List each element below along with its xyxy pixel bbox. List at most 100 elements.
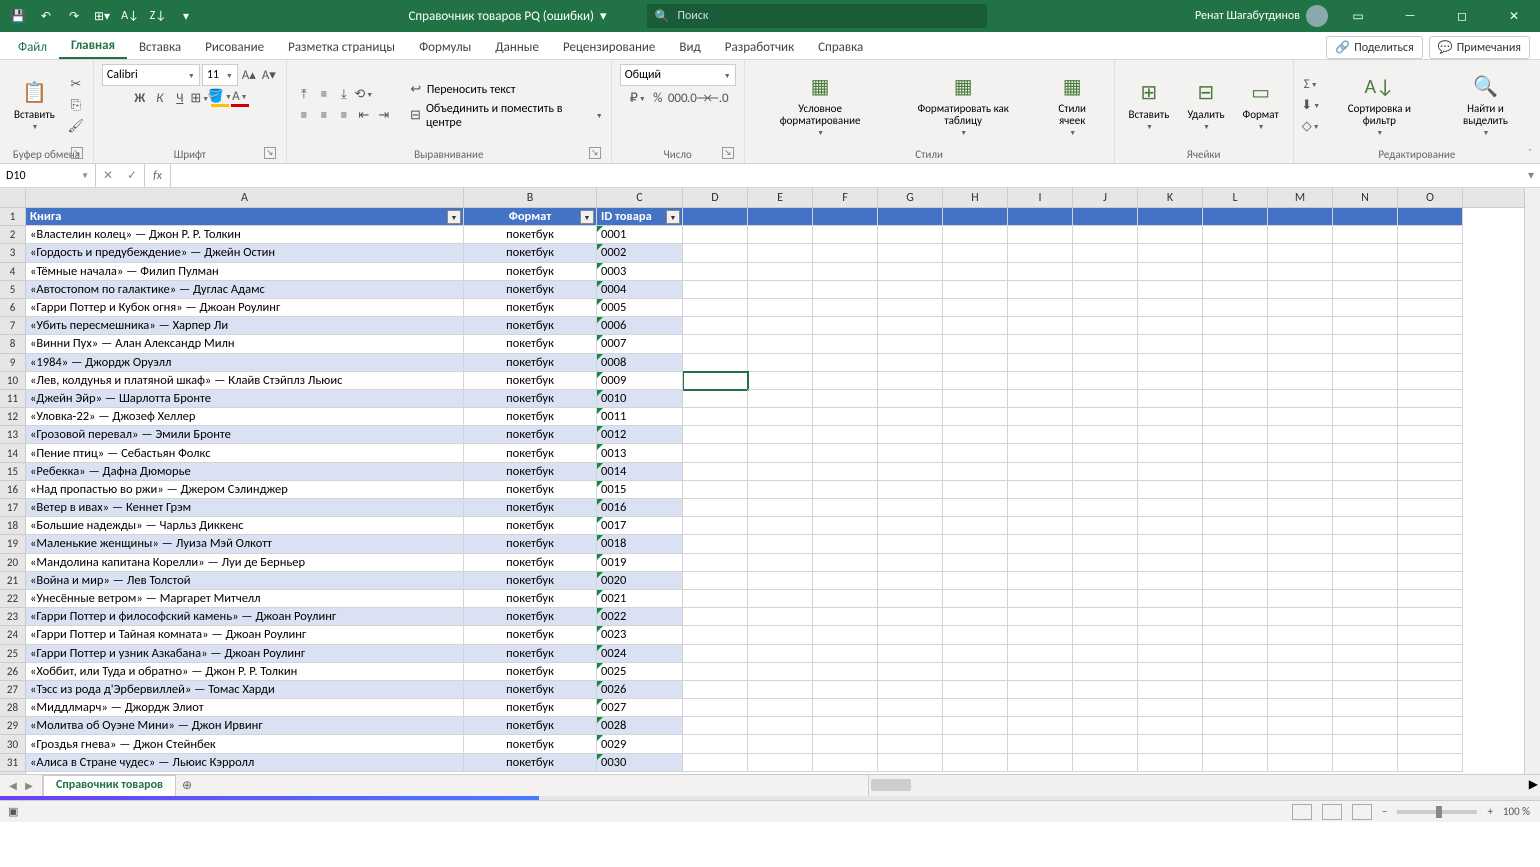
font-color-icon[interactable]: A▼	[231, 89, 249, 107]
cell-C23[interactable]: 0022	[597, 608, 683, 626]
cell-L21[interactable]	[1203, 572, 1268, 590]
cell-B25[interactable]: покетбук	[464, 645, 597, 663]
cell-C14[interactable]: 0013	[597, 444, 683, 462]
cell-E15[interactable]	[748, 463, 813, 481]
cell-D29[interactable]	[683, 717, 748, 735]
cell-H24[interactable]	[943, 626, 1008, 644]
comments-button[interactable]: 💬 Примечания	[1429, 36, 1530, 59]
cell-H5[interactable]	[943, 281, 1008, 299]
cell-D31[interactable]	[683, 754, 748, 772]
cell-H14[interactable]	[943, 444, 1008, 462]
cell-F30[interactable]	[813, 735, 878, 753]
cell-N22[interactable]	[1333, 590, 1398, 608]
cell-B13[interactable]: покетбук	[464, 426, 597, 444]
cell-E19[interactable]	[748, 535, 813, 553]
cell-N24[interactable]	[1333, 626, 1398, 644]
cell-I30[interactable]	[1008, 735, 1073, 753]
cell-J14[interactable]	[1073, 444, 1138, 462]
cell-I23[interactable]	[1008, 608, 1073, 626]
cell-F12[interactable]	[813, 408, 878, 426]
cell-M18[interactable]	[1268, 517, 1333, 535]
title-dropdown-icon[interactable]: ▾	[600, 9, 607, 24]
cell-J5[interactable]	[1073, 281, 1138, 299]
cell-O21[interactable]	[1398, 572, 1463, 590]
col-header-M[interactable]: M	[1268, 188, 1333, 207]
user-account[interactable]: Ренат Шагабутдинов	[1195, 5, 1328, 27]
cell-N20[interactable]	[1333, 554, 1398, 572]
col-header-K[interactable]: K	[1138, 188, 1203, 207]
tab-pagelayout[interactable]: Разметка страницы	[276, 36, 407, 59]
cell-M13[interactable]	[1268, 426, 1333, 444]
cell-K13[interactable]	[1138, 426, 1203, 444]
row-header-17[interactable]: 17	[0, 499, 25, 517]
cell-L12[interactable]	[1203, 408, 1268, 426]
cell-K28[interactable]	[1138, 699, 1203, 717]
fx-icon[interactable]: fx	[145, 164, 171, 187]
cell-H28[interactable]	[943, 699, 1008, 717]
cell-G17[interactable]	[878, 499, 943, 517]
cell-G28[interactable]	[878, 699, 943, 717]
cell-F25[interactable]	[813, 645, 878, 663]
cell-G22[interactable]	[878, 590, 943, 608]
cell-L5[interactable]	[1203, 281, 1268, 299]
cell-H3[interactable]	[943, 244, 1008, 262]
cell-G18[interactable]	[878, 517, 943, 535]
row-header-28[interactable]: 28	[0, 699, 25, 717]
cell-J4[interactable]	[1073, 263, 1138, 281]
cell-I5[interactable]	[1008, 281, 1073, 299]
cell-I17[interactable]	[1008, 499, 1073, 517]
cell-I22[interactable]	[1008, 590, 1073, 608]
cell-G1[interactable]	[878, 208, 943, 226]
cell-B12[interactable]: покетбук	[464, 408, 597, 426]
cell-E21[interactable]	[748, 572, 813, 590]
cell-H10[interactable]	[943, 372, 1008, 390]
cell-H15[interactable]	[943, 463, 1008, 481]
col-header-G[interactable]: G	[878, 188, 943, 207]
cell-D12[interactable]	[683, 408, 748, 426]
cell-G2[interactable]	[878, 226, 943, 244]
cell-F23[interactable]	[813, 608, 878, 626]
cell-G6[interactable]	[878, 299, 943, 317]
row-header-16[interactable]: 16	[0, 481, 25, 499]
cell-G25[interactable]	[878, 645, 943, 663]
cell-O30[interactable]	[1398, 735, 1463, 753]
cell-O16[interactable]	[1398, 481, 1463, 499]
cell-E1[interactable]	[748, 208, 813, 226]
cell-H29[interactable]	[943, 717, 1008, 735]
row-header-23[interactable]: 23	[0, 608, 25, 626]
cell-A26[interactable]: «Хоббит, или Туда и обратно» — Джон Р. Р…	[26, 663, 464, 681]
cell-D19[interactable]	[683, 535, 748, 553]
cell-F19[interactable]	[813, 535, 878, 553]
cell-L9[interactable]	[1203, 354, 1268, 372]
cell-M10[interactable]	[1268, 372, 1333, 390]
row-header-21[interactable]: 21	[0, 572, 25, 590]
cell-N8[interactable]	[1333, 335, 1398, 353]
cell-D18[interactable]	[683, 517, 748, 535]
collapse-ribbon-icon[interactable]: ˇ	[1528, 146, 1532, 159]
row-header-27[interactable]: 27	[0, 681, 25, 699]
table-format-button[interactable]: ▦Форматировать как таблицу▼	[894, 71, 1033, 139]
cell-H31[interactable]	[943, 754, 1008, 772]
cell-C12[interactable]: 0011	[597, 408, 683, 426]
row-header-25[interactable]: 25	[0, 645, 25, 663]
cell-D25[interactable]	[683, 645, 748, 663]
cell-H4[interactable]	[943, 263, 1008, 281]
number-launcher-icon[interactable]: ↘	[722, 147, 734, 159]
cell-O13[interactable]	[1398, 426, 1463, 444]
cell-K27[interactable]	[1138, 681, 1203, 699]
cell-F17[interactable]	[813, 499, 878, 517]
cell-A20[interactable]: «Мандолина капитана Корелли» — Луи де Бе…	[26, 554, 464, 572]
share-button[interactable]: 🔗 Поделиться	[1326, 36, 1422, 59]
cell-H22[interactable]	[943, 590, 1008, 608]
cell-N5[interactable]	[1333, 281, 1398, 299]
cell-N16[interactable]	[1333, 481, 1398, 499]
cell-L7[interactable]	[1203, 317, 1268, 335]
cell-F1[interactable]	[813, 208, 878, 226]
cell-L4[interactable]	[1203, 263, 1268, 281]
cell-M5[interactable]	[1268, 281, 1333, 299]
cell-A16[interactable]: «Над пропастью во ржи» — Джером Сэлиндже…	[26, 481, 464, 499]
cell-F15[interactable]	[813, 463, 878, 481]
cell-M23[interactable]	[1268, 608, 1333, 626]
cell-L8[interactable]	[1203, 335, 1268, 353]
fill-icon[interactable]: ⬇▼	[1302, 96, 1320, 114]
